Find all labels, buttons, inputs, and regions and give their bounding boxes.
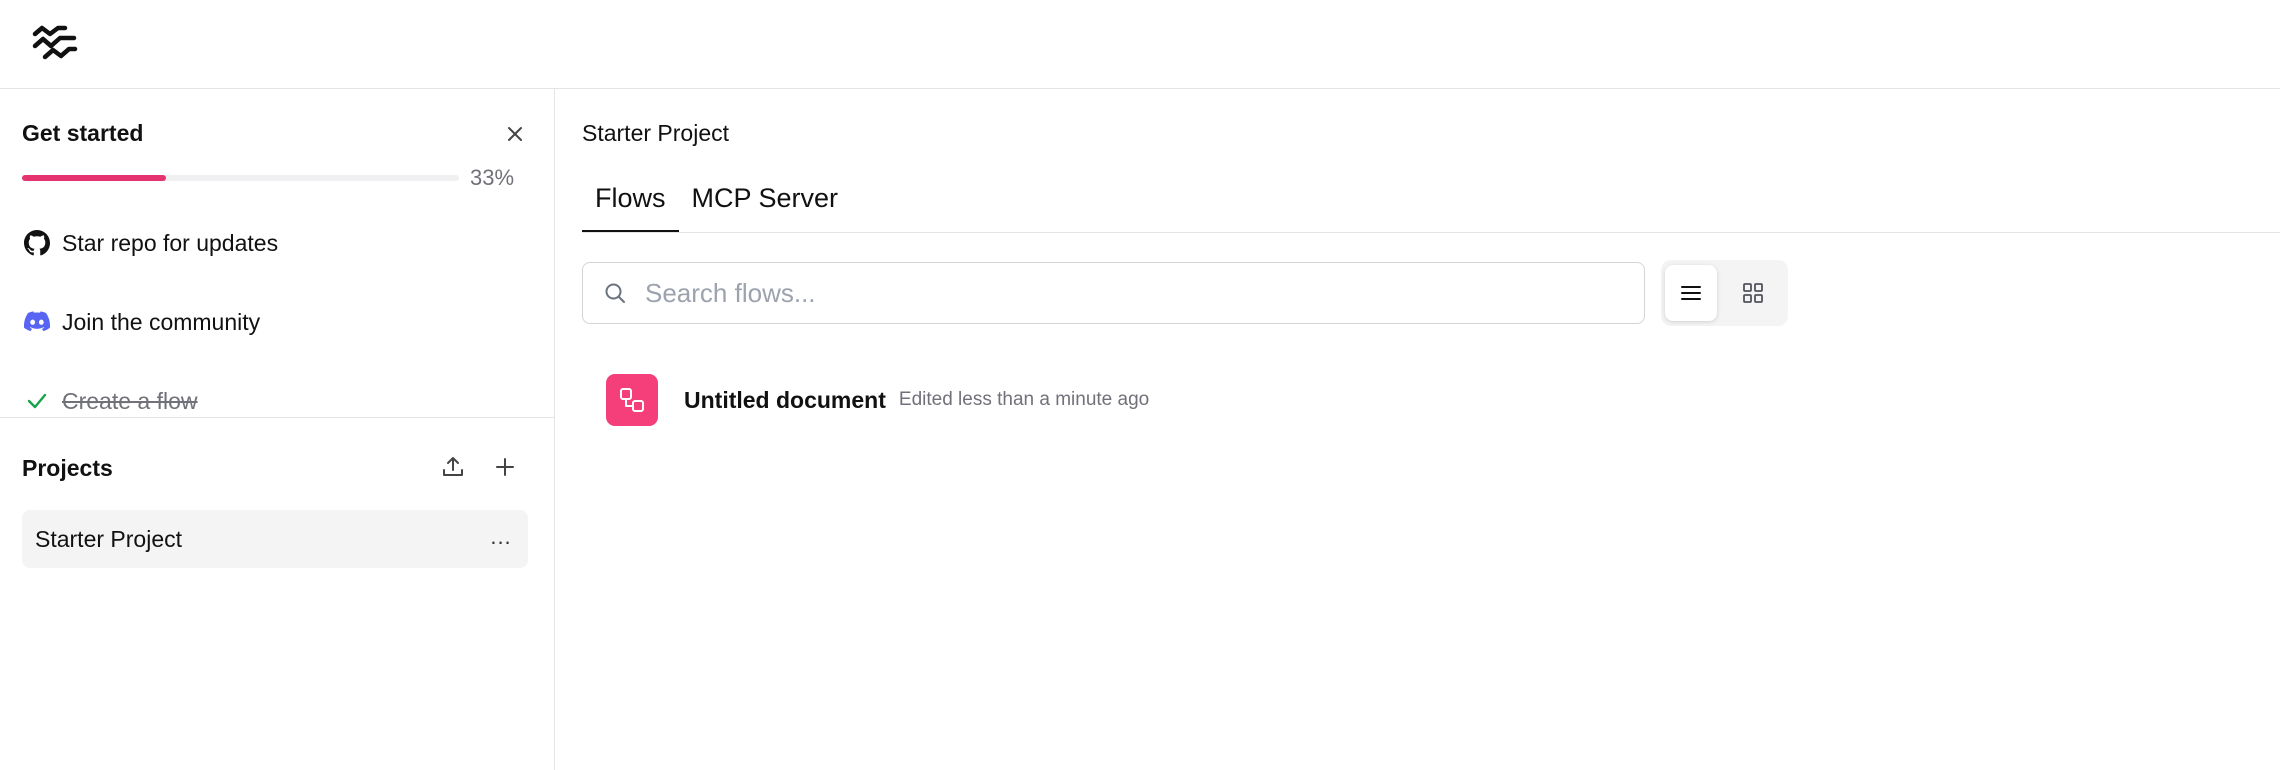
app-logo-icon[interactable] [32,22,78,62]
tab-divider [582,232,2280,233]
search-box [582,262,1645,324]
tab-bar: Flows MCP Server [582,181,851,233]
tab-mcp-server[interactable]: MCP Server [679,181,852,233]
tab-flows[interactable]: Flows [582,181,679,233]
get-started-progress-bar [22,175,459,181]
get-started-title: Get started [22,120,144,146]
project-item-starter-project[interactable]: Starter Project ... [22,510,528,568]
projects-title: Projects [22,455,113,481]
flow-edited-time: Edited less than a minute ago [898,389,1150,410]
get-started-item-join-community[interactable]: Join the community [22,300,260,344]
upload-project-button[interactable] [436,450,470,484]
project-more-button[interactable]: ... [484,520,518,554]
plus-icon [496,458,514,476]
list-icon [1681,286,1701,300]
flow-name: Untitled document [684,386,886,413]
progress-fill [22,175,167,181]
flow-icon [606,374,658,426]
get-started-item-label: Star repo for updates [62,229,279,256]
top-bar [0,0,2280,89]
github-icon [22,228,52,258]
add-project-button[interactable] [488,450,522,484]
get-started-item-star-repo[interactable]: Star repo for updates [22,221,278,265]
progress-percent: 33% [470,165,515,190]
upload-icon [443,457,463,476]
view-toggle [1661,260,1788,326]
search-icon [601,279,629,307]
close-icon [508,127,522,141]
sidebar-divider [0,417,555,418]
grid-view-button[interactable] [1727,265,1779,321]
close-get-started-button[interactable] [500,119,530,149]
check-icon [22,386,52,416]
page-title: Starter Project [582,120,729,146]
main-content: Starter Project Flows MCP Server Search … [556,89,2280,770]
search-input[interactable] [645,277,1644,309]
get-started-item-label: Create a flow [62,387,198,414]
project-name: Starter Project [35,526,182,552]
grid-icon [1743,283,1763,303]
discord-icon [22,307,52,337]
list-view-button[interactable] [1665,265,1717,321]
flow-list-item[interactable]: Untitled document Edited less than a min… [606,372,1149,428]
get-started-item-label: Join the community [62,308,261,335]
sidebar: Get started 33% Star repo for updates Jo… [0,89,555,770]
